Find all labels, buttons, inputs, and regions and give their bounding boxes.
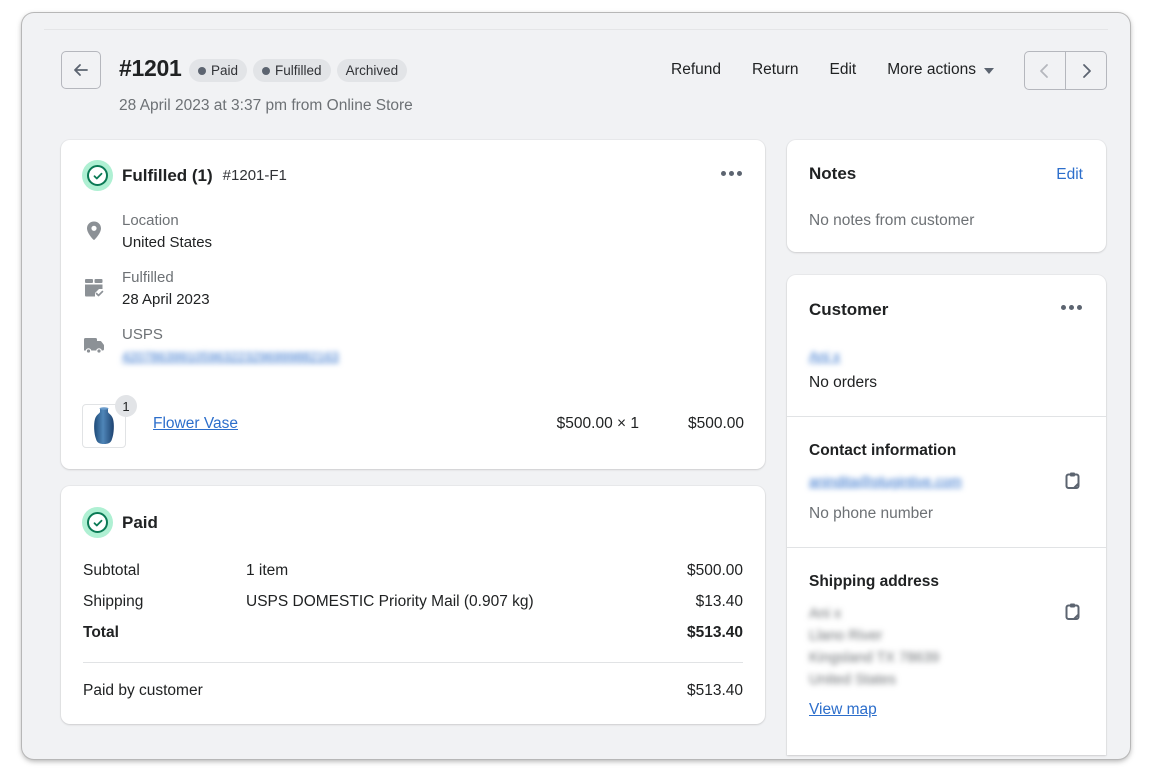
next-order-button[interactable] <box>1065 52 1106 89</box>
fulfillment-header: Fulfilled (1) #1201-F1 <box>82 160 287 191</box>
more-actions-button[interactable]: More actions <box>887 61 994 79</box>
fulfillment-more-button[interactable] <box>721 171 742 176</box>
subtotal-row: Subtotal 1 item $500.00 <box>83 562 743 584</box>
contact-title: Contact information <box>809 442 957 459</box>
row-label: Shipping <box>83 593 144 610</box>
row-amount: $13.40 <box>695 593 743 610</box>
arrow-left-icon <box>74 64 88 76</box>
top-divider <box>44 29 1108 30</box>
badge-label: Fulfilled <box>275 63 322 78</box>
location-label: Location <box>122 212 179 229</box>
total-row: Total $513.40 <box>83 624 743 646</box>
quantity-badge: 1 <box>115 395 137 417</box>
edit-button[interactable]: Edit <box>830 61 857 79</box>
previous-order-button[interactable] <box>1025 52 1065 89</box>
refund-button[interactable]: Refund <box>671 61 721 79</box>
row-detail: 1 item <box>246 562 289 579</box>
address-line: Ani x <box>809 606 842 622</box>
row-detail: USPS DOMESTIC Priority Mail (0.907 kg) <box>246 593 534 610</box>
back-button[interactable] <box>61 51 101 89</box>
shipping-address: Ani x Llano River Kingsland TX 78639 Uni… <box>809 603 939 691</box>
paid-by-amount: $513.40 <box>686 682 743 699</box>
address-line: United States <box>809 672 897 688</box>
shipping-address-title: Shipping address <box>809 573 940 590</box>
payment-divider <box>83 662 743 663</box>
fulfillment-card: Fulfilled (1) #1201-F1 Location United S… <box>61 140 765 469</box>
package-fulfilled-icon <box>85 279 104 297</box>
fulfilled-date: 28 April 2023 <box>122 291 210 308</box>
caret-down-icon <box>983 68 994 74</box>
address-line: Llano River <box>809 628 883 644</box>
customer-email-link[interactable]: anindita@plugintive.com <box>809 473 962 489</box>
badge-label: Archived <box>345 63 399 78</box>
notes-text: No notes from customer <box>809 212 975 229</box>
row-label: Total <box>83 624 119 641</box>
paid-by-row: Paid by customer $513.40 <box>83 682 743 704</box>
fulfillment-title: Fulfilled (1) <box>122 165 213 185</box>
dot <box>729 171 734 176</box>
line-total: $500.00 <box>687 415 744 432</box>
badge-paid: Paid <box>189 59 248 82</box>
status-badges: Paid Fulfilled Archived <box>189 59 408 82</box>
order-pager <box>1024 51 1107 90</box>
badge-archived: Archived <box>336 59 408 82</box>
badge-fulfilled: Fulfilled <box>253 59 331 82</box>
fulfillment-id: #1201-F1 <box>222 167 287 184</box>
header-actions: Refund Return Edit More actions <box>671 61 994 79</box>
section-divider <box>787 547 1106 548</box>
customer-title: Customer <box>809 300 889 319</box>
paid-status-icon <box>82 507 113 538</box>
customer-name-link[interactable]: Ani x <box>809 348 840 364</box>
status-dot-icon <box>262 66 271 75</box>
fulfilled-status-icon <box>82 160 113 191</box>
paid-by-label: Paid by customer <box>83 682 203 699</box>
more-actions-label: More actions <box>887 61 976 78</box>
copy-address-icon[interactable] <box>1063 602 1083 622</box>
row-amount: $500.00 <box>686 562 743 579</box>
location-value: United States <box>122 234 213 251</box>
truck-icon <box>84 338 104 354</box>
dot <box>1077 305 1082 310</box>
chevron-left-icon <box>1040 63 1048 78</box>
fulfilled-label: Fulfilled <box>122 269 174 286</box>
app-window: #1201 Paid Fulfilled Archived 28 April 2… <box>22 13 1130 759</box>
phone-text: No phone number <box>809 505 934 522</box>
section-divider <box>787 416 1106 417</box>
location-pin-icon <box>87 221 101 240</box>
unit-price: $500.00 × 1 <box>556 415 639 432</box>
customer-card: Customer Ani x No orders Contact informa… <box>787 275 1106 755</box>
payment-header: Paid <box>82 507 158 538</box>
payment-card: Paid Subtotal 1 item $500.00 Shipping US… <box>61 486 765 724</box>
tracking-number-link[interactable]: 420786399105963223296999882163 <box>122 346 339 368</box>
customer-orders: No orders <box>809 374 878 391</box>
view-map-link[interactable]: View map <box>809 701 877 719</box>
order-date-source: 28 April 2023 at 3:37 pm from Online Sto… <box>119 97 413 114</box>
dot <box>1069 305 1074 310</box>
dot <box>1061 305 1066 310</box>
payment-title: Paid <box>122 512 158 532</box>
product-link[interactable]: Flower Vase <box>153 415 238 433</box>
vase-image-icon <box>94 407 114 444</box>
status-dot-icon <box>198 66 206 75</box>
badge-label: Paid <box>211 63 239 78</box>
return-button[interactable]: Return <box>752 61 799 79</box>
row-amount: $513.40 <box>686 624 743 641</box>
chevron-right-icon <box>1083 63 1091 78</box>
order-number: #1201 <box>119 55 182 81</box>
row-label: Subtotal <box>83 562 140 579</box>
location-row: Location United States <box>82 210 212 254</box>
dot <box>721 171 726 176</box>
notes-title: Notes <box>809 164 857 183</box>
dot <box>737 171 742 176</box>
copy-email-icon[interactable] <box>1063 471 1083 491</box>
notes-card: Notes Edit No notes from customer <box>787 140 1106 252</box>
carrier-row: USPS 420786399105963223296999882163 <box>82 324 339 368</box>
line-item: 1 Flower Vase $500.00 × 1 $500.00 <box>82 395 744 448</box>
notes-edit-link[interactable]: Edit <box>1056 166 1083 184</box>
customer-more-button[interactable] <box>1061 305 1082 310</box>
address-line: Kingsland TX 78639 <box>809 650 940 666</box>
carrier-label: USPS <box>122 326 163 343</box>
shipping-row: Shipping USPS DOMESTIC Priority Mail (0.… <box>83 593 743 615</box>
fulfilled-date-row: Fulfilled 28 April 2023 <box>82 267 210 311</box>
